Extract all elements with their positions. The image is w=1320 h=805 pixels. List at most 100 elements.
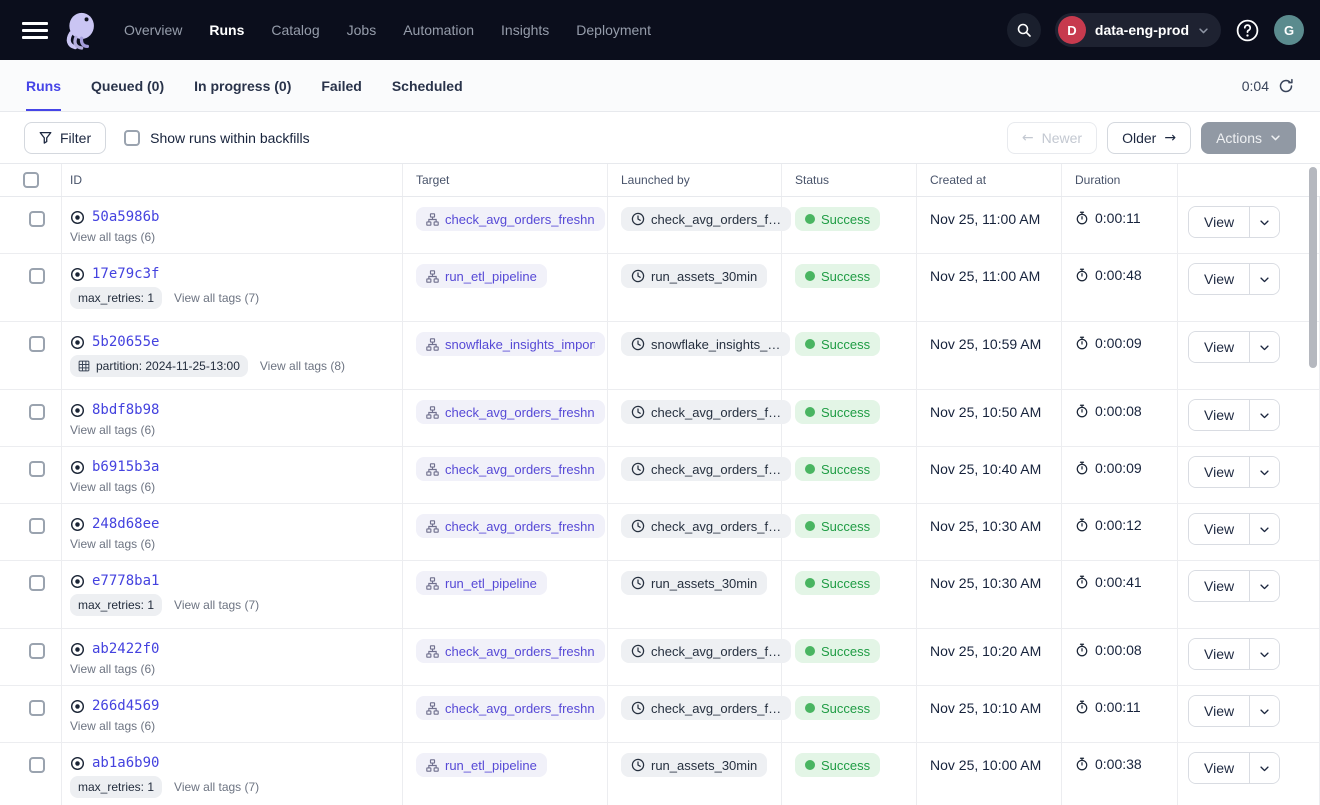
tab-queued-0[interactable]: Queued (0) [91,60,164,111]
launched-by-tag[interactable]: run_assets_30min [621,753,767,777]
run-id-link[interactable]: 50a5986b [92,209,159,225]
launched-by-tag[interactable]: check_avg_orders_f… [621,400,791,424]
view-button[interactable]: View [1189,514,1249,544]
row-checkbox[interactable] [29,518,45,534]
view-dropdown-button[interactable] [1249,639,1279,669]
target-tag[interactable]: check_avg_orders_freshne [416,696,605,720]
view-dropdown-button[interactable] [1249,571,1279,601]
view-all-tags-link[interactable]: View all tags (6) [70,423,155,437]
backfills-checkbox[interactable] [124,130,140,146]
view-button[interactable]: View [1189,400,1249,430]
row-checkbox[interactable] [29,461,45,477]
view-all-tags-link[interactable]: View all tags (8) [260,359,345,373]
tab-scheduled[interactable]: Scheduled [392,60,463,111]
target-tag[interactable]: check_avg_orders_freshne [416,457,605,481]
view-all-tags-link[interactable]: View all tags (7) [174,598,259,612]
target-tag[interactable]: run_etl_pipeline [416,571,547,595]
launched-by-tag[interactable]: check_avg_orders_f… [621,639,791,663]
nav-item-automation[interactable]: Automation [403,22,474,38]
view-button[interactable]: View [1189,457,1249,487]
target-tag[interactable]: check_avg_orders_freshne [416,639,605,663]
view-dropdown-button[interactable] [1249,514,1279,544]
run-id-link[interactable]: e7778ba1 [92,573,159,589]
view-all-tags-link[interactable]: View all tags (6) [70,662,155,676]
row-checkbox[interactable] [29,404,45,420]
tab-runs[interactable]: Runs [26,60,61,111]
launched-by-tag[interactable]: run_assets_30min [621,571,767,595]
view-button[interactable]: View [1189,753,1249,783]
view-button[interactable]: View [1189,332,1249,362]
menu-icon[interactable] [22,22,48,39]
run-tag[interactable]: max_retries: 1 [70,594,162,616]
help-button[interactable] [1235,18,1260,43]
launched-by-tag[interactable]: check_avg_orders_f… [621,457,791,481]
backfills-toggle[interactable]: Show runs within backfills [124,130,310,146]
target-tag[interactable]: check_avg_orders_freshne [416,400,605,424]
user-avatar[interactable]: G [1274,15,1304,45]
view-all-tags-link[interactable]: View all tags (7) [174,780,259,794]
view-all-tags-link[interactable]: View all tags (7) [174,291,259,305]
search-button[interactable] [1007,13,1041,47]
view-dropdown-button[interactable] [1249,332,1279,362]
vertical-scrollbar[interactable] [1309,167,1317,368]
view-all-tags-link[interactable]: View all tags (6) [70,537,155,551]
target-tag[interactable]: check_avg_orders_freshne [416,207,605,231]
refresh-button[interactable] [1278,78,1294,94]
target-tag[interactable]: snowflake_insights_import [416,332,605,356]
view-dropdown-button[interactable] [1249,753,1279,783]
view-button[interactable]: View [1189,696,1249,726]
run-id-link[interactable]: ab1a6b90 [92,755,159,771]
target-tag[interactable]: run_etl_pipeline [416,264,547,288]
nav-item-catalog[interactable]: Catalog [271,22,319,38]
run-id-link[interactable]: b6915b3a [92,459,159,475]
view-all-tags-link[interactable]: View all tags (6) [70,719,155,733]
run-id-link[interactable]: 248d68ee [92,516,159,532]
view-button[interactable]: View [1189,571,1249,601]
row-checkbox[interactable] [29,757,45,773]
view-button[interactable]: View [1189,264,1249,294]
view-all-tags-link[interactable]: View all tags (6) [70,480,155,494]
run-id-link[interactable]: 266d4569 [92,698,159,714]
view-dropdown-button[interactable] [1249,457,1279,487]
row-checkbox[interactable] [29,268,45,284]
nav-item-runs[interactable]: Runs [209,22,244,38]
target-tag[interactable]: check_avg_orders_freshne [416,514,605,538]
nav-item-deployment[interactable]: Deployment [576,22,651,38]
view-dropdown-button[interactable] [1249,264,1279,294]
target-tag[interactable]: run_etl_pipeline [416,753,547,777]
nav-item-jobs[interactable]: Jobs [347,22,377,38]
run-tag[interactable]: max_retries: 1 [70,776,162,798]
select-all-checkbox[interactable] [23,172,39,188]
launched-by-tag[interactable]: check_avg_orders_f… [621,514,791,538]
view-button[interactable]: View [1189,639,1249,669]
run-tag[interactable]: partition: 2024-11-25-13:00 [70,355,248,377]
job-icon [426,577,439,590]
dagster-logo-icon[interactable] [62,10,98,50]
launched-by-tag[interactable]: snowflake_insights_… [621,332,790,356]
run-tag[interactable]: max_retries: 1 [70,287,162,309]
row-checkbox[interactable] [29,643,45,659]
launched-by-tag[interactable]: run_assets_30min [621,264,767,288]
tab-in-progress-0[interactable]: In progress (0) [194,60,291,111]
view-dropdown-button[interactable] [1249,400,1279,430]
nav-item-overview[interactable]: Overview [124,22,182,38]
view-all-tags-link[interactable]: View all tags (6) [70,230,155,244]
view-dropdown-button[interactable] [1249,207,1279,237]
filter-button[interactable]: Filter [24,122,106,154]
nav-item-insights[interactable]: Insights [501,22,549,38]
older-button[interactable]: Older → [1107,122,1191,154]
tab-failed[interactable]: Failed [321,60,361,111]
row-checkbox[interactable] [29,700,45,716]
row-checkbox[interactable] [29,575,45,591]
launched-by-tag[interactable]: check_avg_orders_f… [621,696,791,720]
workspace-switcher[interactable]: D data-eng-prod [1055,13,1221,47]
row-checkbox[interactable] [29,211,45,227]
row-checkbox[interactable] [29,336,45,352]
launched-by-tag[interactable]: check_avg_orders_f… [621,207,791,231]
view-dropdown-button[interactable] [1249,696,1279,726]
run-id-link[interactable]: 8bdf8b98 [92,402,159,418]
run-id-link[interactable]: 17e79c3f [92,266,159,282]
run-id-link[interactable]: ab2422f0 [92,641,159,657]
view-button[interactable]: View [1189,207,1249,237]
run-id-link[interactable]: 5b20655e [92,334,159,350]
